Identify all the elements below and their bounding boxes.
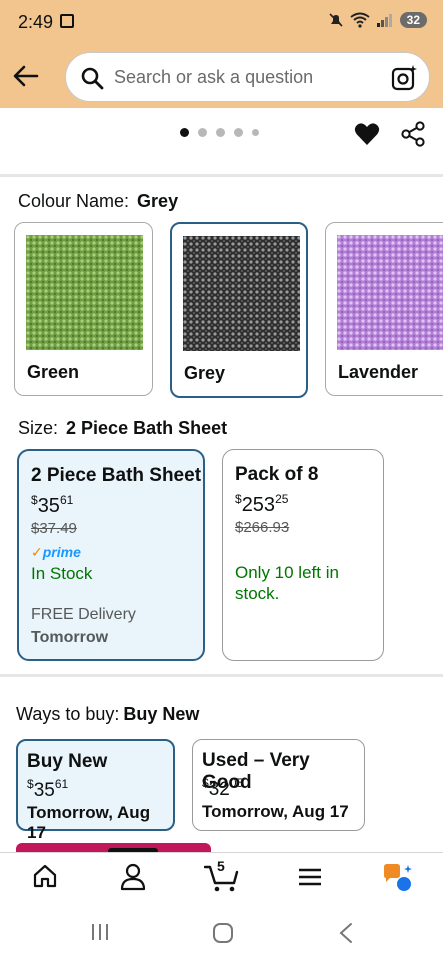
colour-swatch-green[interactable]: Green [14,222,153,396]
buy-option-price: $3561 [27,777,69,801]
buy-option-used-very-good[interactable]: Used – Very Good $3205 Tomorrow, Aug 17 [192,739,365,831]
swatch-label: Green [27,362,80,382]
wifi-icon [350,12,370,28]
buy-option-new[interactable]: Buy New $3561 Tomorrow, Aug 17 [16,739,175,842]
status-bar: 2:49 32 [0,0,443,44]
carousel-dots[interactable] [180,128,259,137]
search-input[interactable]: Search or ask a question [65,52,430,102]
search-placeholder: Search or ask a question [114,67,314,87]
prime-check-icon: ✓ [31,544,43,560]
size-option-pack-of-8[interactable]: Pack of 8 $25325 $266.93 Only 10 left in… [222,449,384,661]
buy-option-date: Tomorrow, Aug 17 [202,802,349,821]
home-button-icon[interactable] [212,922,234,944]
cart-button[interactable]: 5 [203,858,240,893]
colour-swatch-grey[interactable]: Grey [170,222,308,398]
ways-selected: Buy New [123,704,200,724]
size-option-price: $25325 [235,492,289,516]
stock-status: In Stock [31,564,93,583]
section-divider [0,174,443,177]
size-option-price: $3561 [31,493,74,517]
size-option-title: Pack of 8 [235,464,319,485]
swatch-label: Lavender [338,362,419,382]
size-option-title: 2 Piece Bath Sheet [31,465,202,486]
menu-icon[interactable] [298,867,322,887]
rufus-assistant-icon[interactable] [382,863,414,893]
size-option-2-piece-bath-sheet[interactable]: 2 Piece Bath Sheet $3561 $37.49 ✓prime I… [17,449,205,661]
bottom-navigation: 5 [0,852,443,904]
swatch-label: Grey [184,363,226,383]
colour-label: Colour Name: [18,191,130,211]
battery-badge: 32 [399,12,427,28]
buy-option-date: Tomorrow, Aug 17 [27,803,151,842]
screenshot-indicator-icon [60,14,74,28]
green-towel-swatch-image [26,235,143,350]
mute-icon [329,13,343,27]
prime-badge: ✓prime [31,544,81,560]
image-carousel-controls [0,108,443,174]
camera-lens-icon[interactable] [391,65,417,91]
signal-icon [376,14,392,27]
lavender-towel-swatch-image [337,235,443,350]
carousel-dot[interactable] [180,128,189,137]
list-price: $266.93 [235,519,290,536]
size-selected: 2 Piece Bath Sheet [66,418,228,438]
colour-selected: Grey [137,191,179,211]
home-icon[interactable] [32,863,58,889]
stock-status: Only 10 left in stock. [235,563,339,603]
recent-apps-icon[interactable] [90,922,110,942]
carousel-dot[interactable] [198,128,207,137]
carousel-dot[interactable] [252,129,259,136]
back-button[interactable] [10,60,42,92]
carousel-dot[interactable] [234,128,243,137]
status-icons: 32 [328,12,427,28]
arrow-left-icon [13,65,39,87]
back-nav-icon[interactable] [338,922,354,944]
status-time: 2:49 [18,12,54,32]
buy-option-price: $3205 [202,776,244,800]
system-navigation-bar [0,904,443,960]
ways-label-row: Ways to buy: Buy New [16,704,199,725]
section-divider [0,674,443,677]
delivery-day: Tomorrow [31,629,109,646]
account-icon[interactable] [120,863,146,891]
app-header: Search or ask a question [0,44,443,108]
colour-label-row: Colour Name: Grey [18,191,178,212]
buy-option-title: Buy New [27,751,108,772]
size-label: Size: [18,418,59,438]
colour-swatch-lavender[interactable]: Lavender [325,222,443,396]
cart-count: 5 [217,858,225,874]
search-icon [81,67,104,90]
size-label-row: Size: 2 Piece Bath Sheet [18,418,227,439]
ways-label: Ways to buy: [16,704,120,724]
share-icon[interactable] [400,121,426,147]
carousel-dot[interactable] [216,128,225,137]
list-price: $37.49 [31,520,77,537]
grey-towel-swatch-image [183,236,300,351]
heart-icon[interactable] [354,122,380,146]
delivery-label: FREE Delivery [31,606,136,623]
